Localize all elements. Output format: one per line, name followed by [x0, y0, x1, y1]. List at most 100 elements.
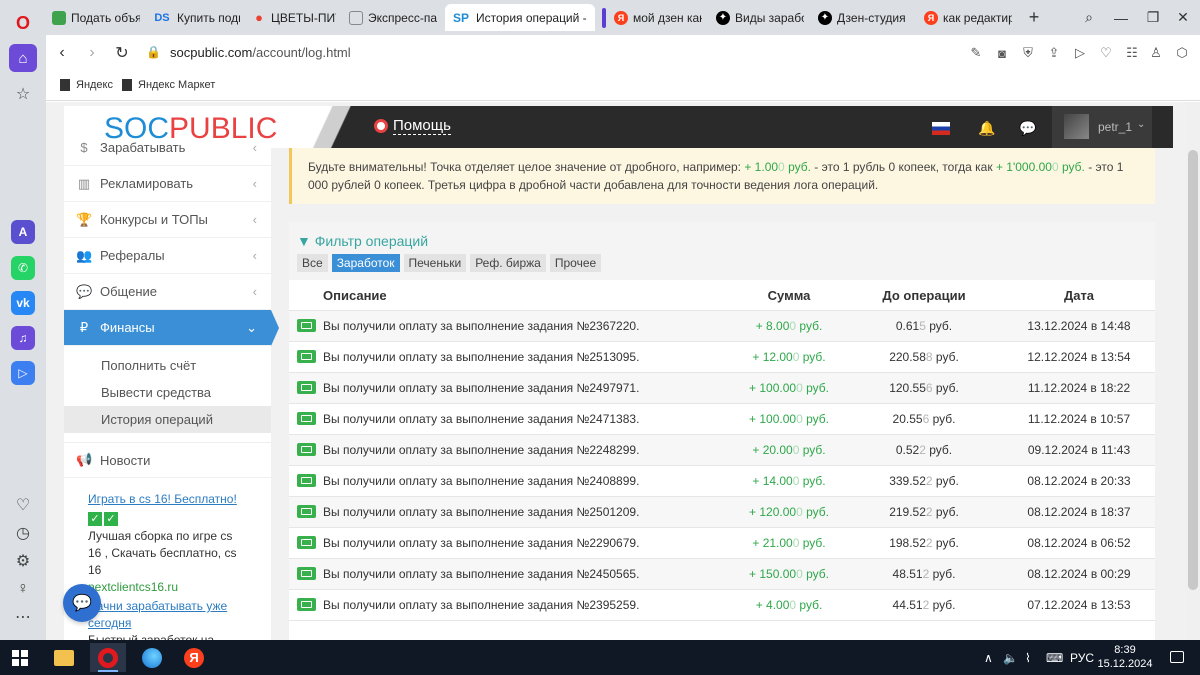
chevron-left-icon: ‹ — [252, 212, 257, 227]
downloads-icon[interactable]: ☷ — [1122, 43, 1142, 63]
edit-icon[interactable]: ✎ — [966, 43, 986, 63]
aria-icon[interactable]: A — [11, 220, 35, 244]
yandex-browser-app[interactable]: Я — [176, 643, 212, 672]
comments-icon: 💬 — [76, 283, 93, 299]
browser-tab[interactable]: DS Купить подпис — [146, 4, 246, 31]
chat-icon[interactable]: 💬 — [1019, 120, 1036, 137]
table-row: Вы получили оплату за выполнение задания… — [289, 435, 1155, 466]
network-icon[interactable]: ⌇ — [1025, 651, 1031, 665]
menu-item-advertise[interactable]: ▥ Рекламировать ‹ — [64, 166, 271, 202]
player-icon[interactable]: ▷ — [11, 361, 35, 385]
row-description: Вы получили оплату за выполнение задания… — [323, 381, 640, 395]
submenu-topup[interactable]: Пополнить счёт — [64, 352, 271, 379]
user-menu[interactable]: petr_1 ⌄ — [1052, 106, 1152, 148]
vpn-shield-icon[interactable]: ⛨ — [1018, 43, 1038, 63]
opera-menu-icon[interactable]: O — [9, 9, 37, 37]
operations-filter: ▼ Фильтр операций Все Заработок Печеньки… — [289, 222, 1155, 280]
whatsapp-icon[interactable]: ✆ — [11, 256, 35, 280]
back-button[interactable]: ‹ — [50, 41, 74, 65]
bell-icon[interactable]: 🔔 — [978, 120, 995, 137]
submenu-withdraw[interactable]: Вывести средства — [64, 379, 271, 406]
browser-tab[interactable]: Подать объявл — [46, 4, 146, 31]
tab-search-icon[interactable]: ⌕ — [1072, 0, 1106, 35]
restore-button[interactable]: ❐ — [1136, 0, 1170, 35]
header-balance: До операции — [882, 288, 966, 303]
filter-cookies-button[interactable]: Печеньки — [403, 254, 467, 272]
keyboard-icon[interactable]: ⌨ — [1046, 651, 1063, 665]
browser-tab[interactable]: ● ЦВЕТЫ-ПИТЕР — [246, 4, 342, 31]
more-dots-icon[interactable]: ⋯ — [11, 605, 35, 629]
menu-item-referrals[interactable]: 👥 Рефералы ‹ — [64, 238, 271, 274]
help-link[interactable]: Помощь — [374, 117, 451, 135]
pinboard-icon[interactable]: ☆ — [11, 82, 35, 106]
row-description: Вы получили оплату за выполнение задания… — [323, 412, 640, 426]
row-description: Вы получили оплату за выполнение задания… — [323, 567, 640, 581]
camera-icon[interactable]: ◙ — [992, 43, 1012, 63]
history-clock-icon[interactable]: ◷ — [11, 521, 35, 545]
filter-ref-exchange-button[interactable]: Реф. биржа — [470, 254, 546, 272]
system-clock[interactable]: 8:39 15.12.2024 — [1090, 643, 1160, 671]
chevron-down-icon: ⌄ — [1137, 119, 1146, 130]
row-sum: + 120.000 руб. — [749, 505, 829, 519]
money-icon — [297, 381, 316, 394]
volume-icon[interactable]: 🔈 — [1003, 651, 1018, 665]
browser-tab-active[interactable]: SP История операций - соб — [445, 4, 595, 31]
menu-item-finances[interactable]: ₽ Финансы ⌄ — [64, 310, 279, 346]
browser-tab[interactable]: Экспресс-пане — [343, 4, 443, 31]
vk-icon[interactable]: vk — [11, 291, 35, 315]
menu-item-contests[interactable]: 🏆 Конкурсы и ТОПы ‹ — [64, 202, 271, 238]
menu-item-communication[interactable]: 💬 Общение ‹ — [64, 274, 271, 310]
notifications-icon[interactable] — [1170, 651, 1184, 663]
home-icon[interactable]: ⌂ — [9, 44, 37, 72]
url-field[interactable]: socpublic.com/account/log.html — [170, 45, 351, 60]
submenu-history[interactable]: История операций — [64, 406, 271, 433]
send-icon[interactable]: ▷ — [1070, 43, 1090, 63]
file-explorer-app[interactable] — [46, 643, 82, 672]
opera-app[interactable] — [90, 643, 126, 672]
music-player-icon[interactable]: ♫ — [11, 326, 35, 350]
row-balance-before: 0.522 руб. — [895, 443, 953, 457]
forward-button[interactable]: › — [80, 41, 104, 65]
row-description: Вы получили оплату за выполнение задания… — [323, 319, 640, 333]
scrollbar-thumb[interactable] — [1188, 150, 1198, 590]
lifebuoy-icon — [374, 119, 388, 133]
menu-item-earn[interactable]: $ Зарабатывать ‹ — [64, 130, 271, 166]
edge-app[interactable] — [134, 643, 170, 672]
new-tab-button[interactable]: + — [1024, 4, 1044, 31]
profile-icon[interactable]: ♙ — [1146, 43, 1166, 63]
share-icon[interactable]: ⇪ — [1044, 43, 1064, 63]
row-balance-before: 198.522 руб. — [889, 536, 959, 550]
tray-chevron-icon[interactable]: ∧ — [984, 651, 993, 665]
support-chat-button[interactable]: 💬 — [63, 584, 101, 622]
row-description: Вы получили оплату за выполнение задания… — [323, 536, 640, 550]
bookmark-heart-icon[interactable]: ♡ — [1096, 43, 1116, 63]
filter-other-button[interactable]: Прочее — [549, 254, 602, 272]
ad-link[interactable]: Начни зарабатывать уже сегодня — [88, 599, 227, 630]
favorites-heart-icon[interactable]: ♡ — [11, 493, 35, 517]
table-row: Вы получили оплату за выполнение задания… — [289, 342, 1155, 373]
menu-item-news[interactable]: 📢 Новости — [64, 442, 271, 478]
windows-taskbar: Я ∧ 🔈 ⌇ ⌨ РУС 8:39 15.12.2024 — [0, 640, 1200, 675]
browser-tab[interactable]: Я как редактиров — [918, 4, 1018, 31]
minimize-button[interactable]: — — [1104, 0, 1138, 35]
yandex-icon: Я — [614, 10, 628, 25]
reload-button[interactable]: ↻ — [110, 41, 134, 65]
browser-tab[interactable]: ✦ Дзен-студия | Г — [812, 4, 916, 31]
browser-tab[interactable]: Я мой дзен канал — [608, 4, 708, 31]
row-sum: + 21.000 руб. — [752, 536, 826, 550]
row-sum: + 8.000 руб. — [755, 319, 823, 333]
browser-tab[interactable]: ✦ Виды заработк — [710, 4, 810, 31]
filter-all-button[interactable]: Все — [297, 254, 328, 272]
windows-start-icon[interactable] — [12, 650, 28, 666]
extensions-cube-icon[interactable]: ⬡ — [1172, 43, 1192, 63]
tips-bulb-icon[interactable]: ♀ — [11, 577, 35, 601]
russian-flag-icon[interactable] — [932, 122, 950, 135]
filter-earnings-button[interactable]: Заработок — [331, 254, 400, 272]
settings-gear-icon[interactable]: ⚙ — [11, 549, 35, 573]
bookmark-yandex-market[interactable]: Яндекс Маркет — [122, 79, 215, 91]
table-row: Вы получили оплату за выполнение задания… — [289, 497, 1155, 528]
table-row: Вы получили оплату за выполнение задания… — [289, 373, 1155, 404]
close-window-button[interactable]: ✕ — [1166, 0, 1200, 35]
bookmark-yandex[interactable]: Яндекс — [60, 79, 113, 91]
ad-link[interactable]: Играть в cs 16! Бесплатно! — [88, 492, 237, 506]
